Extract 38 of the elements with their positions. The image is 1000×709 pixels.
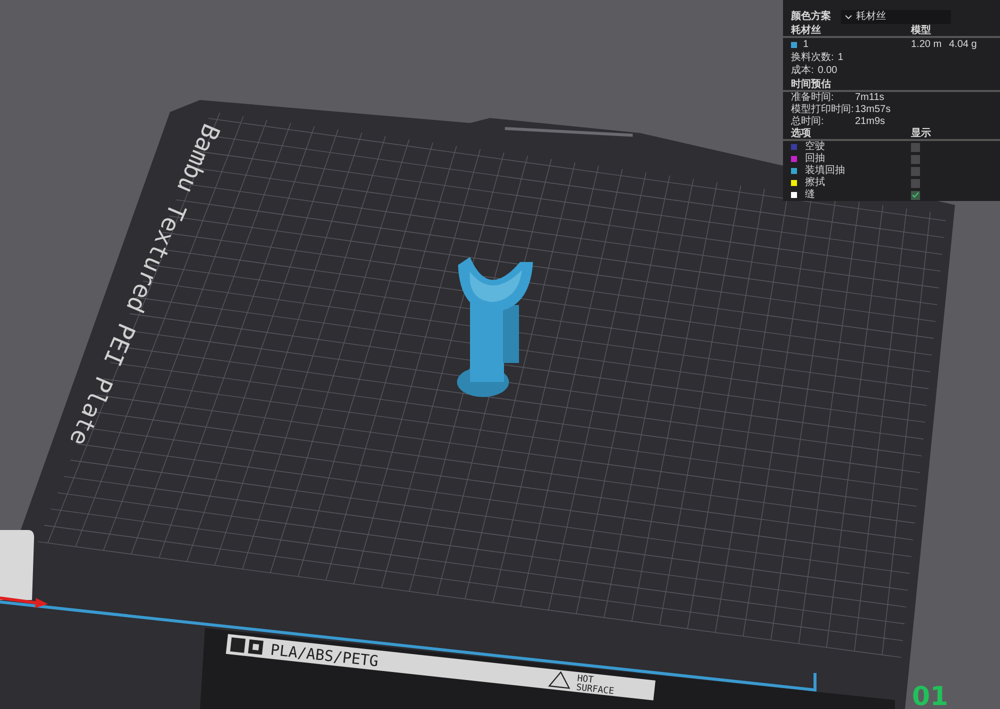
legend-label: 空驶	[805, 141, 826, 152]
filament-name: 1	[803, 38, 810, 50]
stat-value: 1	[838, 52, 844, 64]
plate-icons	[230, 637, 264, 655]
legend-label: 回抽	[805, 153, 826, 164]
filament-length: 1.20 m	[911, 38, 943, 50]
time-label: 准备时间:	[791, 92, 835, 104]
color-scheme-dropdown[interactable]: 耗材丝	[841, 10, 951, 24]
column-header: 模型	[911, 24, 931, 36]
x-axis-arrow	[0, 596, 48, 608]
show-checkbox[interactable]	[911, 166, 920, 176]
warning-text: SURFACE	[576, 682, 614, 697]
show-checkbox[interactable]	[911, 178, 920, 188]
adjacent-plate	[0, 530, 34, 600]
warning-icon	[548, 671, 570, 689]
legend-label: 缝	[805, 189, 816, 201]
plate-number: 01	[912, 682, 948, 709]
time-value: 7m11s	[855, 92, 884, 104]
chevron-down-icon	[845, 14, 852, 20]
show-checkbox[interactable]	[911, 154, 920, 164]
column-header: 选项	[791, 128, 812, 140]
time-label: 总时间:	[791, 116, 825, 128]
show-checkbox[interactable]	[911, 142, 920, 152]
material-label: PLA/ABS/PETG	[270, 640, 380, 670]
column-header: 耗材丝	[791, 24, 822, 36]
stat-value: 0.00	[818, 64, 838, 76]
time-label: 模型打印时间:	[791, 104, 855, 116]
stat-label: 成本:	[791, 64, 814, 76]
time-value: 21m9s	[855, 116, 886, 128]
stat-label: 换料次数:	[791, 52, 834, 64]
color-scheme-label: 颜色方案	[791, 11, 831, 23]
legend-label: 擦拭	[805, 177, 826, 189]
column-header: 显示	[911, 128, 931, 140]
section-title: 时间预估	[791, 78, 831, 90]
legend-label: 装填回抽	[805, 165, 846, 176]
time-value: 13m57s	[855, 104, 891, 116]
filament-weight: 4.04 g	[949, 38, 977, 50]
show-checkbox[interactable]	[911, 190, 920, 200]
